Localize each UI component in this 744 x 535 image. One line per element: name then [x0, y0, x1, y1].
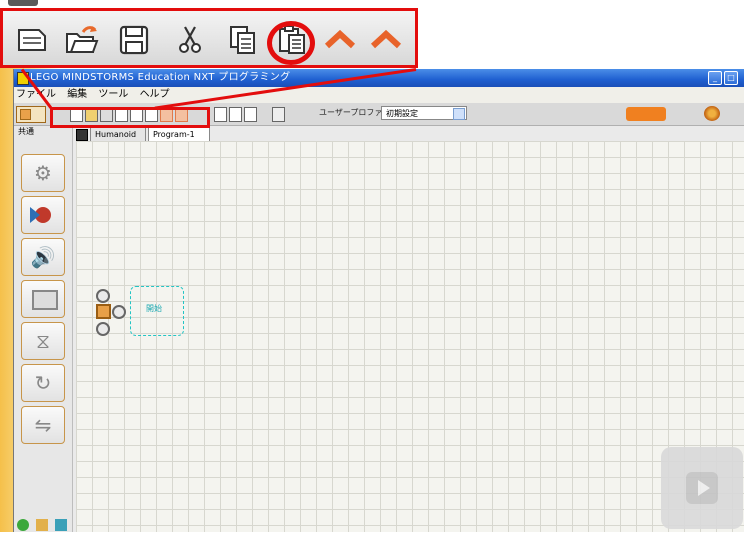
tb-pointer-icon[interactable]: [214, 107, 227, 122]
menu-bar: ファイル 編集 ツール ヘルプ: [14, 87, 744, 103]
copy-icon[interactable]: [223, 22, 261, 58]
menu-tools[interactable]: ツール: [98, 89, 128, 100]
move-block-icon[interactable]: ⚙: [21, 154, 65, 192]
display-block-icon[interactable]: [21, 280, 65, 318]
loop-block-icon[interactable]: ↻: [21, 364, 65, 402]
sequence-node-right[interactable]: [112, 305, 126, 319]
cut-icon[interactable]: [171, 22, 209, 58]
toolbar-highlight-box: [50, 107, 210, 128]
robot-edu-button[interactable]: [16, 106, 46, 123]
open-icon[interactable]: [63, 22, 101, 58]
zoomed-toolbar: [0, 8, 418, 68]
program-canvas[interactable]: 開始: [76, 141, 744, 532]
tb-block-icon[interactable]: [272, 107, 285, 122]
common-palette-tab[interactable]: [17, 519, 29, 531]
paste-highlight-circle: [267, 21, 315, 65]
start-label: 開始: [146, 304, 162, 313]
wait-block-icon[interactable]: ⧖: [21, 322, 65, 360]
sequence-node-top[interactable]: [96, 289, 110, 303]
tb-comment-icon[interactable]: [244, 107, 257, 122]
tab-program-1[interactable]: Program-1: [148, 127, 210, 141]
save-icon[interactable]: [115, 22, 153, 58]
program-icon: [76, 129, 88, 141]
chevron-down-icon: [453, 108, 465, 120]
tab-humanoid[interactable]: Humanoid: [90, 127, 146, 141]
palette-label: 共通: [18, 127, 34, 136]
minimize-button[interactable]: _: [708, 71, 722, 85]
maximize-button[interactable]: □: [724, 71, 738, 85]
redo-icon[interactable]: [367, 22, 405, 58]
controller-button[interactable]: [626, 107, 666, 121]
tb-pan-icon[interactable]: [229, 107, 242, 122]
custom-palette-tab[interactable]: [55, 519, 68, 531]
record-block-icon[interactable]: [21, 196, 65, 234]
background-fragment: [8, 0, 38, 6]
new-icon[interactable]: [13, 22, 51, 58]
switch-block-icon[interactable]: ⇋: [21, 406, 65, 444]
start-block-icon[interactable]: [96, 304, 111, 319]
undo-icon[interactable]: [321, 22, 359, 58]
window-title: LEGO MINDSTORMS Education NXT プログラミング: [30, 72, 291, 83]
play-icon: [698, 480, 710, 496]
robot-edu-icon: [20, 109, 31, 120]
menu-edit[interactable]: 編集: [67, 89, 87, 100]
user-icon[interactable]: [704, 106, 720, 121]
controller-pad[interactable]: [661, 447, 743, 529]
sound-block-icon[interactable]: 🔊: [21, 238, 65, 276]
title-bar: LEGO MINDSTORMS Education NXT プログラミング _ …: [14, 69, 744, 87]
profile-select[interactable]: 初期設定: [381, 106, 467, 120]
block-palette: 共通 ⚙ 🔊 ⧖ ↻ ⇋: [14, 126, 73, 532]
app-window: LEGO MINDSTORMS Education NXT プログラミング _ …: [13, 69, 744, 532]
palette-tabs: [17, 516, 69, 531]
sequence-node-bottom[interactable]: [96, 322, 110, 336]
profile-value: 初期設定: [386, 109, 418, 118]
menu-help[interactable]: ヘルプ: [140, 89, 170, 100]
complete-palette-tab[interactable]: [36, 519, 49, 531]
